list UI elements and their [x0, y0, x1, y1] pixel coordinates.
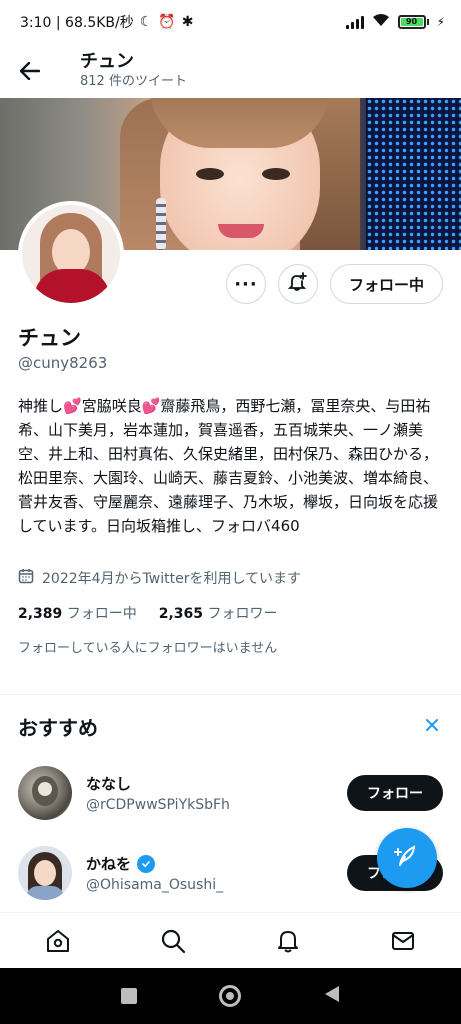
nav-titles: チュン 812 件のツイート: [80, 51, 187, 91]
home-icon[interactable]: [38, 921, 78, 961]
bottom-tab-bar: [0, 912, 461, 968]
recommendation-text: かねを @Ohisama_Osushi_: [86, 853, 347, 893]
profile-bio: 神推し💕宮脇咲良💕齋藤飛鳥，西野七瀬，冨里奈央、与田祐希、山下美月，岩本蓮加，賀…: [18, 394, 446, 538]
recommendations-title: おすすめ: [18, 716, 98, 740]
recommendation-handle: @rCDPwwSPiYkSbFh: [86, 797, 230, 813]
divider: [0, 694, 461, 695]
tweet-count: 812 件のツイート: [80, 74, 187, 89]
following-link[interactable]: 2,389 フォロー中: [18, 603, 137, 623]
bio-text-2: 宮脇咲良: [81, 397, 142, 415]
bio-text-3: 齋藤飛鳥，西野七瀬，冨里奈央、与田祐希、山下美月，岩本蓮加，賀喜遥香，五百城茉央…: [18, 397, 439, 535]
status-left: 3:10 | 68.5KB/秒 ☾ ⏰ ✱: [20, 12, 193, 32]
notify-button[interactable]: [277, 264, 318, 304]
top-nav: チュン 812 件のツイート: [0, 44, 461, 98]
verified-badge-icon: [137, 854, 156, 873]
recommendation-item[interactable]: ななし @rCDPwwSPiYkSbFh フォロー: [18, 765, 443, 821]
recommendation-name: かねを: [86, 853, 347, 874]
heart-icon: 💕: [63, 397, 82, 415]
header-name: チュン: [80, 51, 134, 72]
mail-icon[interactable]: [383, 921, 423, 961]
profile-handle: @cuny8263: [18, 354, 108, 372]
signal-icon: [345, 15, 364, 29]
compose-icon: [394, 843, 420, 873]
compose-button[interactable]: [377, 828, 437, 888]
bell-icon[interactable]: [268, 921, 308, 961]
more-button[interactable]: ···: [225, 264, 266, 304]
heart-icon: 💕: [141, 397, 161, 415]
alarm-icon: ⏰: [158, 14, 176, 30]
following-button[interactable]: フォロー中: [329, 264, 443, 304]
followers-count: 2,365: [158, 606, 204, 622]
profile-actions: ··· フォロー中: [225, 264, 443, 304]
charging-icon: ⚡: [436, 15, 445, 29]
recommendation-handle: @Ohisama_Osushi_: [86, 877, 224, 893]
following-count: 2,389: [18, 606, 63, 622]
close-icon[interactable]: [425, 716, 439, 737]
recents-icon[interactable]: [121, 988, 138, 1004]
back-arrow-icon[interactable]: [18, 59, 42, 83]
app-notification-icon: ✱: [181, 14, 194, 30]
status-right: 90 ⚡: [345, 13, 445, 31]
followers-link[interactable]: 2,365 フォロワー: [159, 603, 278, 623]
profile-avatar[interactable]: [18, 201, 124, 307]
following-label: フォロー中: [66, 606, 137, 622]
follow-stats: 2,389 フォロー中 2,365 フォロワー: [18, 603, 278, 623]
joined-date: 2022年4月からTwitterを利用しています: [18, 568, 301, 588]
system-back-icon[interactable]: [324, 985, 340, 1007]
follow-button[interactable]: フォロー: [347, 775, 443, 811]
followers-you-know-note: フォローしている人にフォロワーはいません: [18, 641, 278, 656]
bio-text-1: 神推し: [18, 397, 64, 415]
profile-name: チュン: [18, 326, 81, 350]
bell-plus-icon: [287, 272, 308, 296]
system-home-icon[interactable]: [219, 985, 242, 1007]
status-bar: 3:10 | 68.5KB/秒 ☾ ⏰ ✱ 90 ⚡: [0, 0, 461, 44]
recommendation-text: ななし @rCDPwwSPiYkSbFh: [86, 773, 347, 813]
system-nav-bar: [0, 968, 461, 1024]
status-time-speed: 3:10 | 68.5KB/秒: [20, 15, 134, 31]
battery-level: 90: [400, 18, 423, 26]
recommendation-name: ななし: [86, 775, 132, 793]
more-icon: ···: [234, 273, 258, 295]
calendar-icon: [18, 568, 34, 588]
joined-text: 2022年4月からTwitterを利用しています: [42, 571, 302, 587]
search-icon[interactable]: [153, 921, 193, 961]
recommendation-avatar[interactable]: [18, 846, 72, 900]
moon-icon: ☾: [139, 14, 153, 30]
recommendation-avatar[interactable]: [18, 766, 72, 820]
followers-label: フォロワー: [207, 606, 278, 622]
battery-icon: 90: [397, 15, 429, 29]
wifi-icon: [372, 13, 390, 31]
